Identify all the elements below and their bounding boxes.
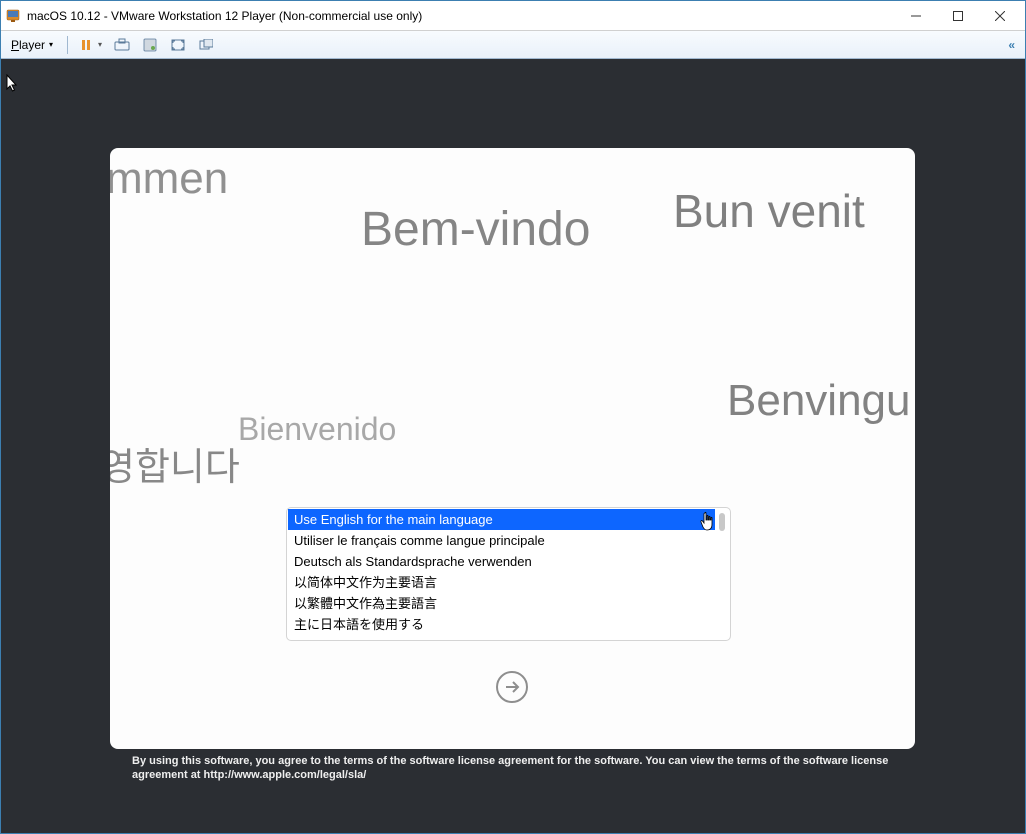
pause-icon	[78, 37, 94, 53]
language-selector: Use English for the main language Utilis…	[286, 507, 731, 641]
maximize-button[interactable]	[937, 1, 979, 30]
close-button[interactable]	[979, 1, 1021, 30]
language-option[interactable]: 主に日本語を使用する	[288, 614, 715, 635]
license-agreement-text: By using this software, you agree to the…	[132, 754, 896, 782]
welcome-word: Benvingu	[727, 376, 910, 426]
unity-button[interactable]	[194, 35, 218, 55]
language-option[interactable]: Utiliser le français comme langue princi…	[288, 530, 715, 551]
toolbar: Player ▾ ▾	[1, 31, 1025, 59]
scrollbar-thumb[interactable]	[719, 513, 725, 531]
dropdown-arrow-icon: ▾	[49, 40, 53, 49]
fullscreen-button[interactable]	[166, 35, 190, 55]
vmware-app-icon	[5, 8, 21, 24]
continue-button[interactable]	[496, 671, 528, 703]
unity-icon	[198, 37, 214, 53]
toolbar-separator	[67, 36, 68, 54]
welcome-word: Bienvenido	[238, 411, 396, 448]
language-option[interactable]: Use English for the main language	[288, 509, 715, 530]
window-title: macOS 10.12 - VMware Workstation 12 Play…	[27, 9, 895, 23]
snapshot-button[interactable]	[138, 35, 162, 55]
language-option[interactable]: 以繁體中文作為主要語言	[288, 593, 715, 614]
dropdown-arrow-icon: ▾	[98, 40, 102, 49]
welcome-word: Bun venit	[673, 184, 865, 238]
vm-display[interactable]: mmen Bem-vindo Bun venit Bienvenido 영합니다…	[1, 59, 1025, 833]
window-controls	[895, 1, 1021, 30]
collapse-toolbar-button[interactable]: «	[1002, 38, 1021, 52]
chevron-left-icon: «	[1008, 38, 1015, 52]
language-option[interactable]: 以简体中文作为主要语言	[288, 572, 715, 593]
title-bar[interactable]: macOS 10.12 - VMware Workstation 12 Play…	[1, 1, 1025, 31]
keyboard-icon	[114, 37, 130, 53]
application-window: macOS 10.12 - VMware Workstation 12 Play…	[0, 0, 1026, 834]
arrow-right-icon	[503, 678, 521, 696]
welcome-word: mmen	[110, 154, 228, 204]
welcome-word: 영합니다	[110, 436, 240, 491]
player-menu-button[interactable]: Player ▾	[5, 36, 59, 54]
pause-button[interactable]: ▾	[74, 35, 106, 55]
disk-icon	[142, 37, 158, 53]
arrow-cursor-icon	[6, 74, 20, 99]
language-list[interactable]: Use English for the main language Utilis…	[287, 508, 716, 640]
scrollbar[interactable]	[716, 508, 730, 640]
language-option[interactable]: Usar español como idioma principal	[288, 635, 715, 640]
macos-setup-panel: mmen Bem-vindo Bun venit Bienvenido 영합니다…	[110, 148, 915, 749]
send-ctrl-alt-del-button[interactable]	[110, 35, 134, 55]
fullscreen-icon	[170, 37, 186, 53]
welcome-word: Bem-vindo	[361, 202, 590, 257]
minimize-button[interactable]	[895, 1, 937, 30]
language-option[interactable]: Deutsch als Standardsprache verwenden	[288, 551, 715, 572]
